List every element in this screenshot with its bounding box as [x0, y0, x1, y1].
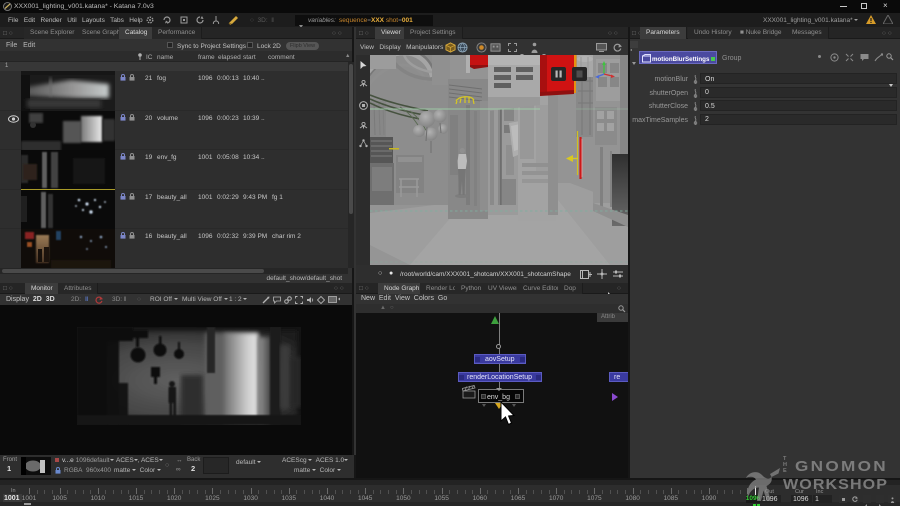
svg-text:E: E — [783, 468, 787, 474]
svg-text:WORKSHOP: WORKSHOP — [783, 476, 888, 493]
svg-text:GNOMON: GNOMON — [795, 458, 888, 475]
